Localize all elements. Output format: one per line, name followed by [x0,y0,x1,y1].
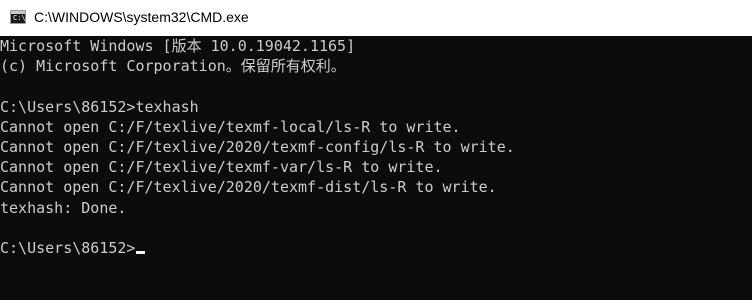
cmd-app-icon-glyph: C:\ [13,14,26,22]
console-prompt-line[interactable]: C:\Users\86152> [0,238,752,258]
console-line-error: Cannot open C:/F/texlive/2020/texmf-conf… [0,137,515,156]
console-line-version: Microsoft Windows [版本 10.0.19042.1165] [0,37,356,55]
window-title: C:\WINDOWS\system32\CMD.exe [34,9,249,25]
console-line-command: C:\Users\86152>texhash [0,97,199,116]
text-cursor [136,250,146,254]
cmd-app-icon[interactable]: C:\ [10,10,26,24]
console-prompt: C:\Users\86152> [0,238,136,257]
console-output[interactable]: Microsoft Windows [版本 10.0.19042.1165] (… [0,36,752,300]
console-line-copyright: (c) Microsoft Corporation。保留所有权利。 [0,57,346,76]
console-line-error: Cannot open C:/F/texlive/texmf-local/ls-… [0,117,461,136]
title-bar[interactable]: C:\ C:\WINDOWS\system32\CMD.exe [0,0,752,36]
console-line-error: Cannot open C:/F/texlive/texmf-var/ls-R … [0,158,443,177]
console-line-error: Cannot open C:/F/texlive/2020/texmf-dist… [0,178,497,197]
console-line-done: texhash: Done. [0,198,127,217]
cmd-window: C:\ C:\WINDOWS\system32\CMD.exe Microsof… [0,0,752,300]
